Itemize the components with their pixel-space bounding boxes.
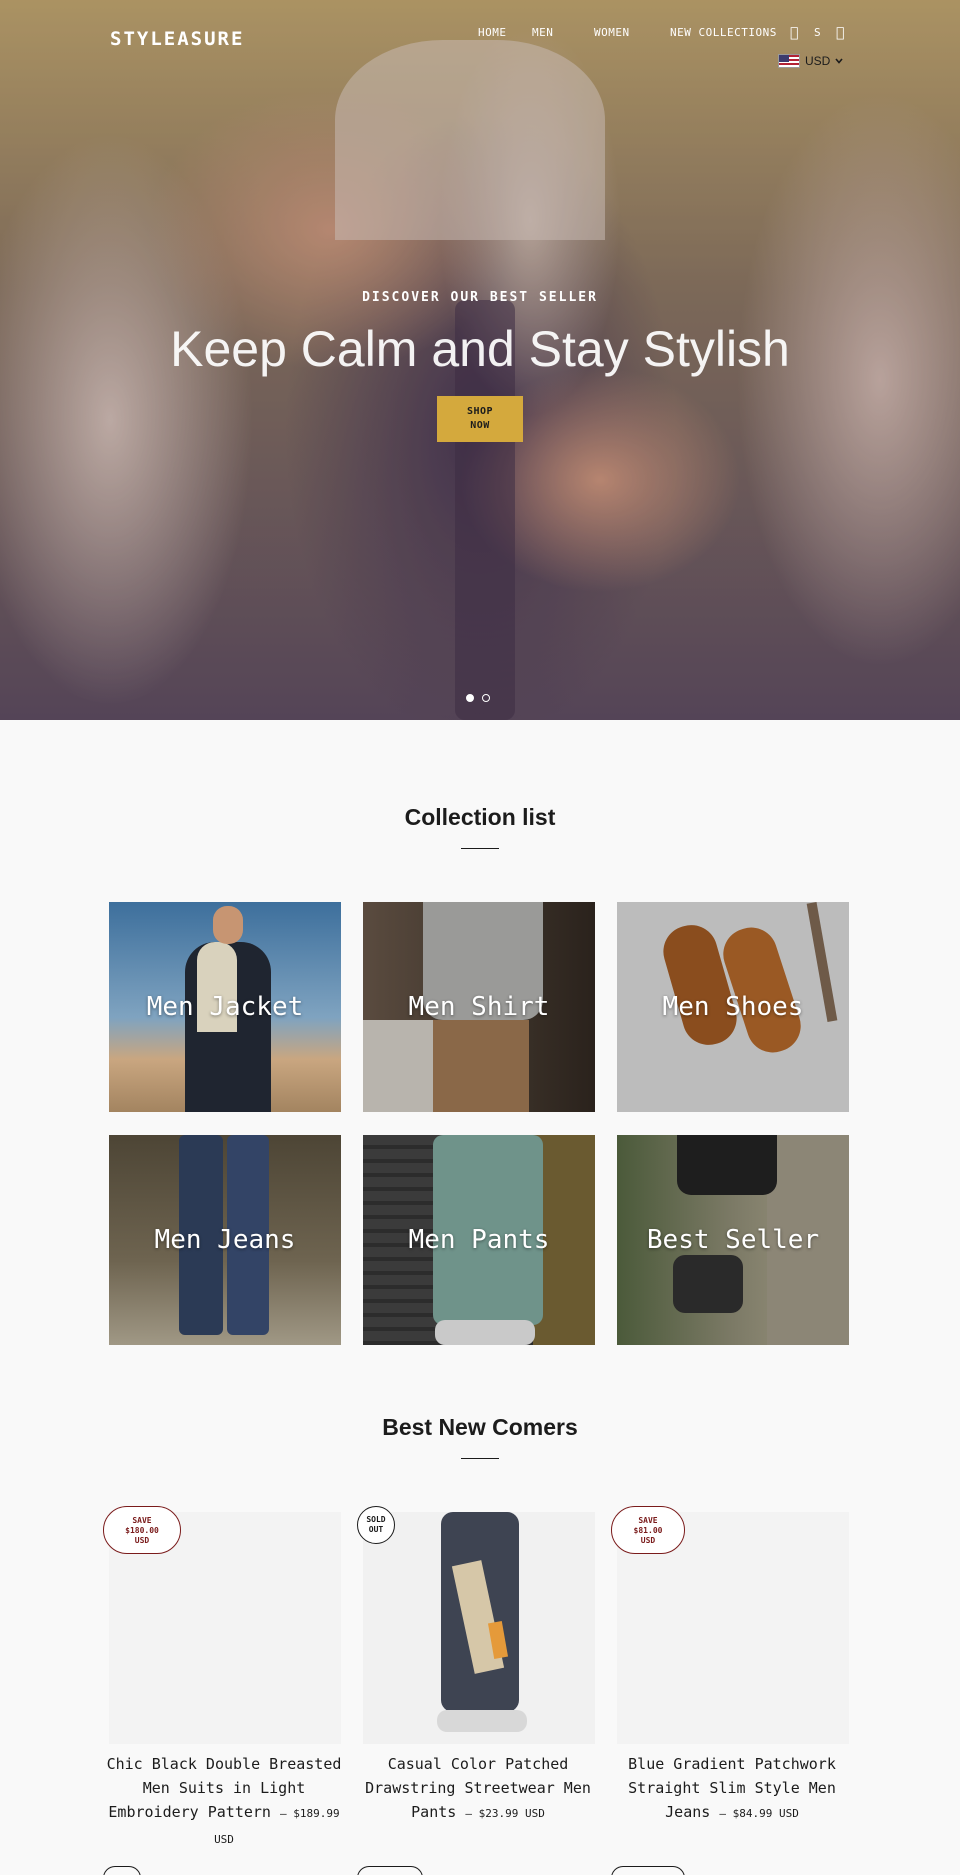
collection-label: Best Seller — [646, 1225, 820, 1255]
badge-line: OUT — [368, 1525, 384, 1534]
search-icon[interactable]:  — [790, 25, 798, 41]
next-row-badge — [357, 1866, 423, 1875]
currency-label: USD — [805, 54, 831, 68]
collection-label: Men Jacket — [146, 992, 304, 1022]
nav-women[interactable]: WOMEN — [594, 26, 630, 39]
product-card-info: Casual Color Patched Drawstring Streetwe… — [353, 1752, 603, 1826]
product-card-info: Chic Black Double Breasted Men Suits in … — [99, 1752, 349, 1852]
product-price: — $23.99 USD — [465, 1807, 545, 1820]
section-divider — [461, 1458, 499, 1459]
cart-icon[interactable]:  — [836, 25, 844, 41]
shop-now-label-line1: SHOP — [466, 406, 494, 417]
collection-tile-men-jeans[interactable]: Men Jeans — [109, 1135, 341, 1345]
slide-dot-1[interactable] — [466, 694, 474, 702]
hero-title: Keep Calm and Stay Stylish — [170, 321, 790, 377]
collection-list-title: Collection list — [404, 804, 556, 830]
pants-product-sneakers — [437, 1710, 527, 1732]
nav-home[interactable]: HOME — [478, 26, 507, 39]
badge-line: SAVE — [132, 1516, 152, 1525]
sale-badge: SAVE $180.00 USD — [103, 1506, 181, 1554]
collection-tile-men-pants[interactable]: Men Pants — [363, 1135, 595, 1345]
collection-label: Men Shoes — [662, 992, 804, 1022]
main-nav: HOME MEN WOMEN NEW COLLECTIONS  S  — [0, 25, 960, 46]
account-link[interactable]: S — [814, 26, 821, 39]
shop-now-label-line2: NOW — [470, 420, 490, 431]
us-flag-icon — [778, 54, 800, 68]
nav-men[interactable]: MEN — [532, 26, 553, 39]
product-card-info: Blue Gradient Patchwork Straight Slim St… — [607, 1752, 857, 1826]
collection-label: Men Jeans — [154, 1225, 296, 1255]
hero-subtitle: DISCOVER OUR BEST SELLER — [362, 290, 598, 305]
badge-line: $81.00 — [633, 1526, 663, 1535]
sale-badge: SAVE $81.00 USD — [611, 1506, 685, 1554]
best-new-comers-title: Best New Comers — [382, 1414, 578, 1440]
badge-line: $180.00 — [125, 1526, 159, 1535]
product-price: — $84.99 USD — [719, 1807, 799, 1820]
shop-now-button[interactable]: SHOP NOW — [437, 396, 523, 442]
product-image[interactable] — [363, 1512, 595, 1744]
collection-label: Men Shirt — [408, 992, 550, 1022]
chevron-down-icon — [835, 58, 843, 64]
next-row-badge — [611, 1866, 685, 1875]
sold-out-badge: SOLD OUT — [357, 1506, 395, 1544]
badge-line: USD — [640, 1536, 656, 1545]
badge-line: SOLD — [366, 1515, 386, 1524]
badge-line: USD — [134, 1536, 150, 1545]
collection-tile-best-seller[interactable]: Best Seller — [617, 1135, 849, 1345]
collection-tile-men-shirt[interactable]: Men Shirt — [363, 902, 595, 1112]
currency-selector[interactable]: USD — [778, 54, 843, 68]
collection-tile-men-jacket[interactable]: Men Jacket — [109, 902, 341, 1112]
next-row-badge — [103, 1866, 141, 1875]
collection-tile-men-shoes[interactable]: Men Shoes — [617, 902, 849, 1112]
slider-dots — [466, 694, 490, 702]
nav-new-collections[interactable]: NEW COLLECTIONS — [670, 26, 777, 39]
slide-dot-2[interactable] — [482, 694, 490, 702]
collection-label: Men Pants — [408, 1225, 550, 1255]
badge-line: SAVE — [638, 1516, 658, 1525]
hero-banner: STYLEASURE HOME MEN WOMEN NEW COLLECTION… — [0, 0, 960, 720]
section-divider — [461, 848, 499, 849]
